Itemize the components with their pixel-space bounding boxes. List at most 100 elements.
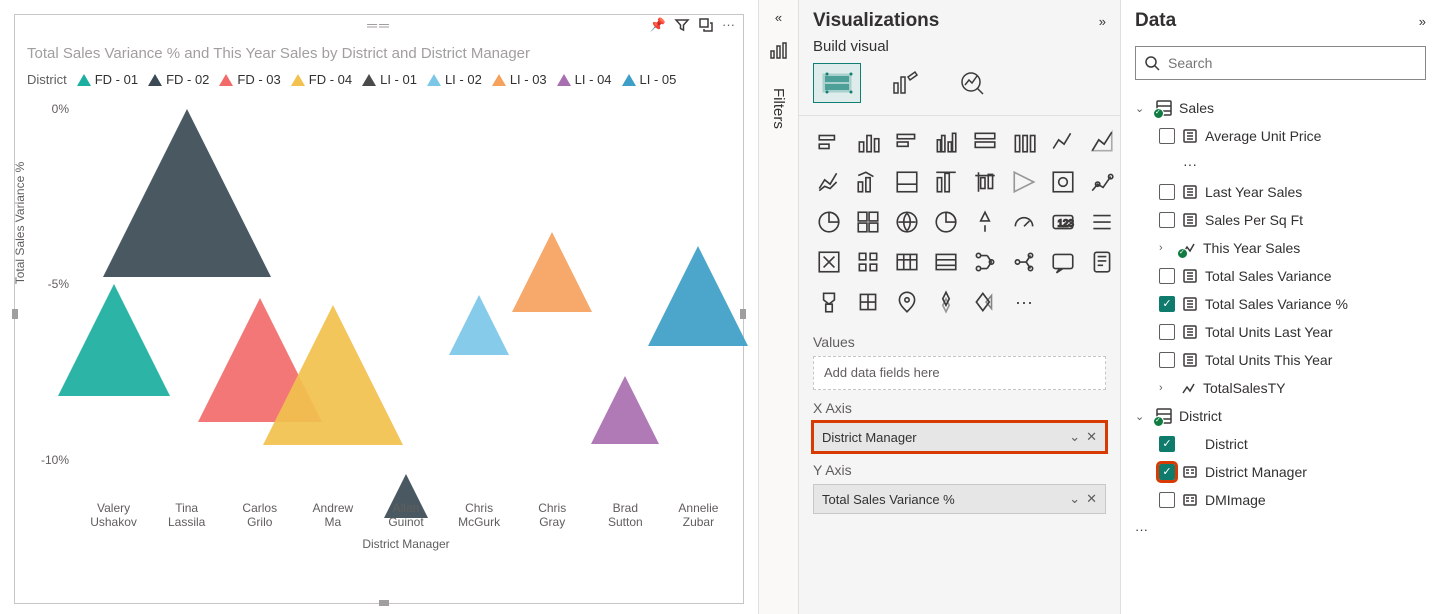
viz-type-icon[interactable] bbox=[813, 126, 845, 158]
viz-type-icon[interactable] bbox=[1086, 126, 1118, 158]
data-point[interactable] bbox=[512, 232, 592, 312]
table-row[interactable]: ⌄Sales bbox=[1135, 94, 1436, 122]
chevron-down-icon[interactable]: ⌄ bbox=[1069, 429, 1080, 444]
focus-mode-icon[interactable] bbox=[698, 17, 714, 36]
visualizations-pane: Visualizations » Build visual 123··· Val… bbox=[798, 0, 1120, 614]
xaxis-well-label: X Axis bbox=[813, 400, 1106, 422]
viz-type-icon[interactable] bbox=[852, 166, 884, 198]
data-point[interactable] bbox=[449, 295, 509, 355]
values-well[interactable]: Add data fields here bbox=[813, 356, 1106, 390]
xaxis-field[interactable]: District Manager ⌄✕ bbox=[813, 422, 1106, 452]
viz-type-icon[interactable] bbox=[852, 126, 884, 158]
expand-filters-icon[interactable]: « bbox=[775, 10, 782, 25]
remove-field-icon[interactable]: ✕ bbox=[1086, 491, 1097, 506]
data-point[interactable] bbox=[263, 305, 403, 445]
chart-visual[interactable]: ══ 📌 ··· Total Sales Variance % and This… bbox=[14, 14, 744, 604]
viz-type-icon[interactable] bbox=[813, 206, 845, 238]
data-point[interactable] bbox=[58, 284, 170, 396]
format-visual-tab[interactable] bbox=[881, 63, 929, 103]
field-row[interactable]: Average Unit Price bbox=[1135, 122, 1436, 150]
field-row[interactable]: Total Sales Variance % bbox=[1135, 290, 1436, 318]
viz-type-icon[interactable] bbox=[1086, 166, 1118, 198]
viz-type-icon[interactable] bbox=[852, 246, 884, 278]
viz-type-icon[interactable] bbox=[1008, 246, 1040, 278]
y-axis-label: Total Sales Variance % bbox=[13, 162, 27, 285]
build-visual-tab[interactable] bbox=[813, 63, 861, 103]
viz-type-icon[interactable] bbox=[969, 206, 1001, 238]
viz-type-icon[interactable] bbox=[1086, 206, 1118, 238]
viz-type-icon[interactable] bbox=[852, 286, 884, 318]
viz-type-icon[interactable] bbox=[930, 126, 962, 158]
pin-icon[interactable]: 📌 bbox=[650, 17, 666, 36]
field-row[interactable]: Total Sales Variance bbox=[1135, 262, 1436, 290]
collapse-viz-icon[interactable]: » bbox=[1099, 14, 1106, 29]
viz-type-icon[interactable] bbox=[969, 246, 1001, 278]
legend-item[interactable]: FD - 03 bbox=[219, 72, 280, 87]
viz-type-icon[interactable] bbox=[1047, 246, 1079, 278]
viz-type-icon[interactable] bbox=[891, 246, 923, 278]
legend-item[interactable]: FD - 01 bbox=[77, 72, 138, 87]
viz-type-icon[interactable]: ··· bbox=[1008, 286, 1040, 318]
field-row[interactable]: District bbox=[1135, 430, 1436, 458]
build-visual-label: Build visual bbox=[799, 36, 1120, 63]
viz-type-icon[interactable] bbox=[930, 246, 962, 278]
analytics-tab[interactable] bbox=[949, 63, 997, 103]
legend-item[interactable]: FD - 04 bbox=[291, 72, 352, 87]
field-row[interactable]: Total Units Last Year bbox=[1135, 318, 1436, 346]
viz-type-icon[interactable]: 123 bbox=[1047, 206, 1079, 238]
filter-icon[interactable] bbox=[674, 17, 690, 36]
viz-type-icon[interactable] bbox=[969, 126, 1001, 158]
x-tick: AndrewMa bbox=[296, 501, 369, 530]
drag-handle-icon[interactable]: ══ bbox=[367, 17, 391, 33]
table-row[interactable]: ⌄District bbox=[1135, 402, 1436, 430]
remove-field-icon[interactable]: ✕ bbox=[1086, 429, 1097, 444]
filters-pane-collapsed[interactable]: « Filters bbox=[758, 0, 798, 614]
viz-type-icon[interactable] bbox=[1047, 126, 1079, 158]
field-row[interactable]: ›This Year Sales bbox=[1135, 234, 1436, 262]
x-tick: TinaLassila bbox=[150, 501, 223, 530]
legend-item[interactable]: FD - 02 bbox=[148, 72, 209, 87]
legend-item[interactable]: LI - 04 bbox=[557, 72, 612, 87]
y-tick: 0% bbox=[25, 102, 69, 116]
chevron-down-icon[interactable]: ⌄ bbox=[1069, 491, 1080, 506]
search-input[interactable] bbox=[1135, 46, 1426, 80]
viz-type-icon[interactable] bbox=[930, 206, 962, 238]
x-axis-label: District Manager bbox=[77, 537, 735, 551]
field-row[interactable]: Last Year Sales bbox=[1135, 178, 1436, 206]
more-icon[interactable]: ··· bbox=[1135, 150, 1436, 178]
viz-type-icon[interactable] bbox=[1047, 166, 1079, 198]
field-row[interactable]: Total Units This Year bbox=[1135, 346, 1436, 374]
viz-type-icon[interactable] bbox=[1008, 166, 1040, 198]
viz-type-icon[interactable] bbox=[930, 166, 962, 198]
data-point[interactable] bbox=[591, 376, 659, 444]
viz-type-icon[interactable] bbox=[891, 286, 923, 318]
data-point[interactable] bbox=[103, 109, 271, 277]
yaxis-field[interactable]: Total Sales Variance % ⌄✕ bbox=[813, 484, 1106, 514]
data-point[interactable] bbox=[648, 246, 748, 346]
legend-item[interactable]: LI - 01 bbox=[362, 72, 417, 87]
viz-type-icon[interactable] bbox=[969, 286, 1001, 318]
more-options-icon[interactable]: ··· bbox=[722, 17, 735, 36]
viz-type-icon[interactable] bbox=[813, 246, 845, 278]
viz-type-icon[interactable] bbox=[891, 206, 923, 238]
collapse-data-icon[interactable]: » bbox=[1419, 14, 1426, 29]
legend-item[interactable]: LI - 05 bbox=[622, 72, 677, 87]
viz-type-icon[interactable] bbox=[1086, 246, 1118, 278]
field-row[interactable]: District Manager bbox=[1135, 458, 1436, 486]
viz-type-icon[interactable] bbox=[891, 126, 923, 158]
field-row[interactable]: ›TotalSalesTY bbox=[1135, 374, 1436, 402]
viz-type-icon[interactable] bbox=[813, 286, 845, 318]
viz-type-icon[interactable] bbox=[1008, 126, 1040, 158]
viz-type-icon[interactable] bbox=[813, 166, 845, 198]
viz-type-icon[interactable] bbox=[852, 206, 884, 238]
legend-item[interactable]: LI - 02 bbox=[427, 72, 482, 87]
viz-type-icon[interactable] bbox=[930, 286, 962, 318]
viz-type-icon[interactable] bbox=[1008, 206, 1040, 238]
more-options-icon[interactable]: ··· bbox=[1121, 514, 1440, 545]
legend-item[interactable]: LI - 03 bbox=[492, 72, 547, 87]
viz-type-icon[interactable] bbox=[969, 166, 1001, 198]
x-tick: ChrisMcGurk bbox=[443, 501, 516, 530]
field-row[interactable]: Sales Per Sq Ft bbox=[1135, 206, 1436, 234]
field-row[interactable]: DMImage bbox=[1135, 486, 1436, 514]
viz-type-icon[interactable] bbox=[891, 166, 923, 198]
